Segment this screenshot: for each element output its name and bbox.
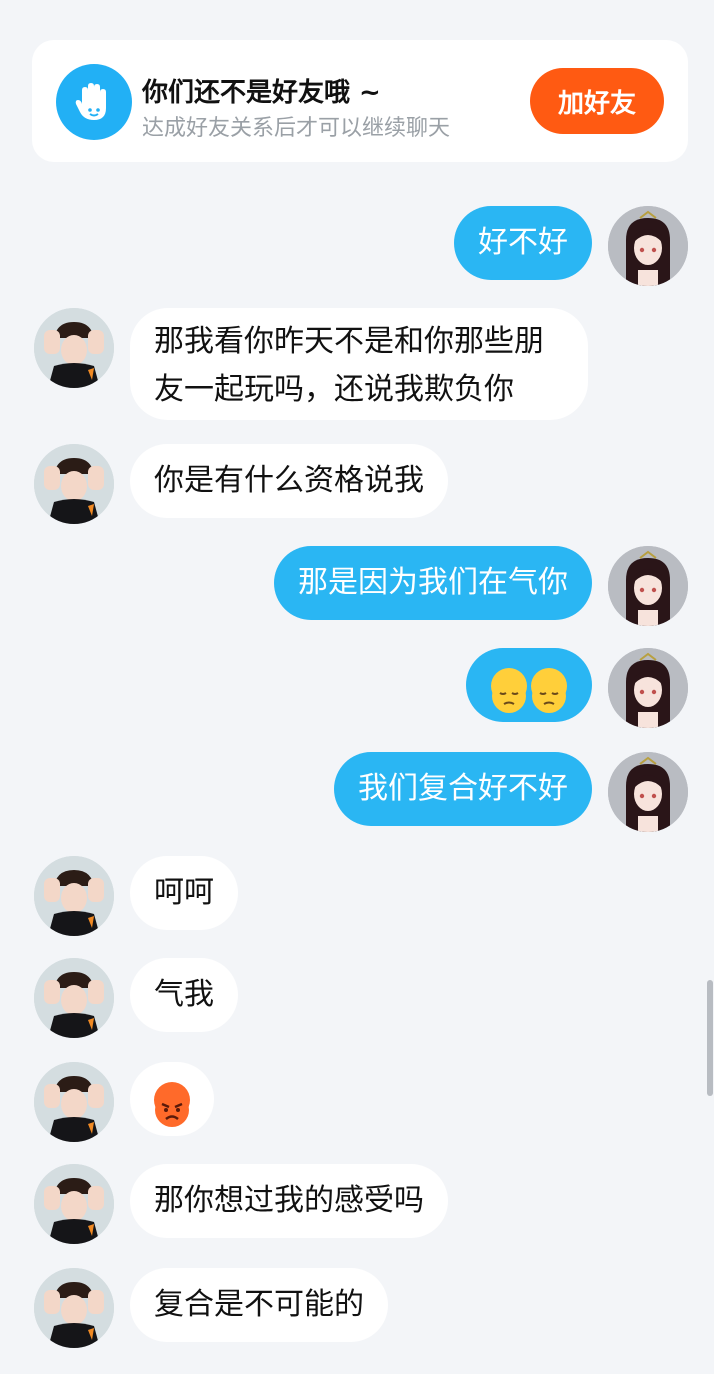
message-bubble-received: 你是有什么资格说我 — [130, 444, 448, 518]
message-bubble-received: 那你想过我的感受吗 — [130, 1164, 448, 1238]
banner-subtitle: 达成好友关系后才可以继续聊天 — [142, 116, 451, 141]
my-avatar[interactable] — [608, 546, 688, 626]
scrollbar[interactable] — [707, 980, 713, 1096]
message-bubble-received: 复合是不可能的 — [130, 1268, 388, 1342]
message-bubble-received: 那我看你昨天不是和你那些朋友一起玩吗，还说我欺负你 — [130, 308, 588, 420]
contact-avatar[interactable] — [34, 1164, 114, 1244]
contact-avatar[interactable] — [34, 958, 114, 1038]
banner-title: 你们还不是好友哦 ~ — [142, 78, 381, 108]
my-avatar[interactable] — [608, 206, 688, 286]
contact-avatar[interactable] — [34, 308, 114, 388]
contact-avatar[interactable] — [34, 1268, 114, 1348]
message-bubble-received: 气我 — [130, 958, 238, 1032]
my-avatar[interactable] — [608, 648, 688, 728]
message-bubble-received: 呵呵 — [130, 856, 238, 930]
message-bubble-sent: 那是因为我们在气你 — [274, 546, 592, 620]
add-friend-button[interactable]: 加好友 — [530, 68, 664, 134]
message-bubble-sent-emoji — [466, 648, 592, 722]
contact-avatar[interactable] — [34, 856, 114, 936]
message-bubble-sent: 我们复合好不好 — [334, 752, 592, 826]
message-bubble-received-emoji — [130, 1062, 214, 1136]
contact-avatar[interactable] — [34, 444, 114, 524]
angry-face-icon — [154, 1081, 190, 1127]
pensive-face-icon — [531, 667, 567, 713]
contact-avatar[interactable] — [34, 1062, 114, 1142]
my-avatar[interactable] — [608, 752, 688, 832]
not-friends-banner: 你们还不是好友哦 ~ 达成好友关系后才可以继续聊天 加好友 — [32, 40, 688, 162]
message-bubble-sent: 好不好 — [454, 206, 592, 280]
hand-wave-icon — [56, 64, 132, 140]
pensive-face-icon — [491, 667, 527, 713]
